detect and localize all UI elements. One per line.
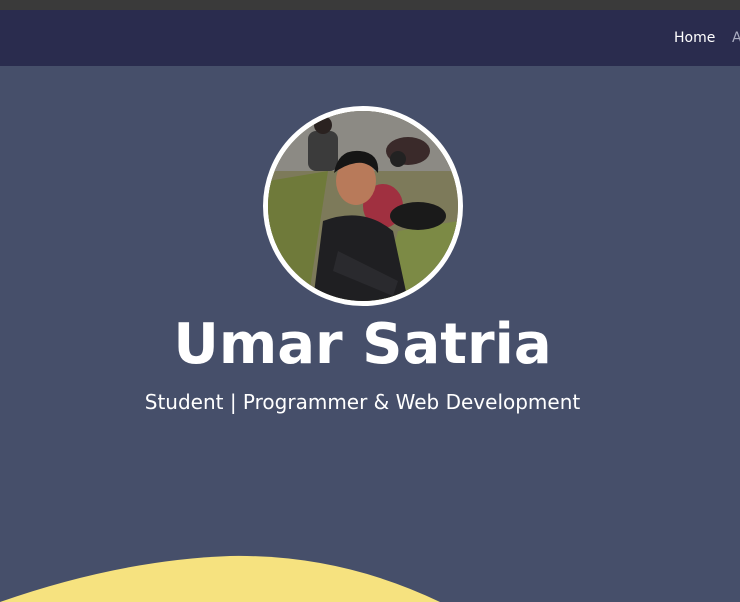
avatar	[263, 106, 463, 306]
profile-tagline: Student | Programmer & Web Development	[144, 390, 581, 414]
wave-decoration	[0, 536, 740, 602]
browser-chrome	[0, 0, 740, 10]
profile-name: Umar Satria	[173, 312, 552, 377]
hero-section: Umar Satria Student | Programmer & Web D…	[0, 66, 740, 602]
nav-link-home[interactable]: Home	[674, 30, 715, 46]
nav-link-about[interactable]: A	[732, 30, 740, 46]
profile-photo	[268, 111, 458, 301]
navbar: Home A	[0, 10, 740, 66]
